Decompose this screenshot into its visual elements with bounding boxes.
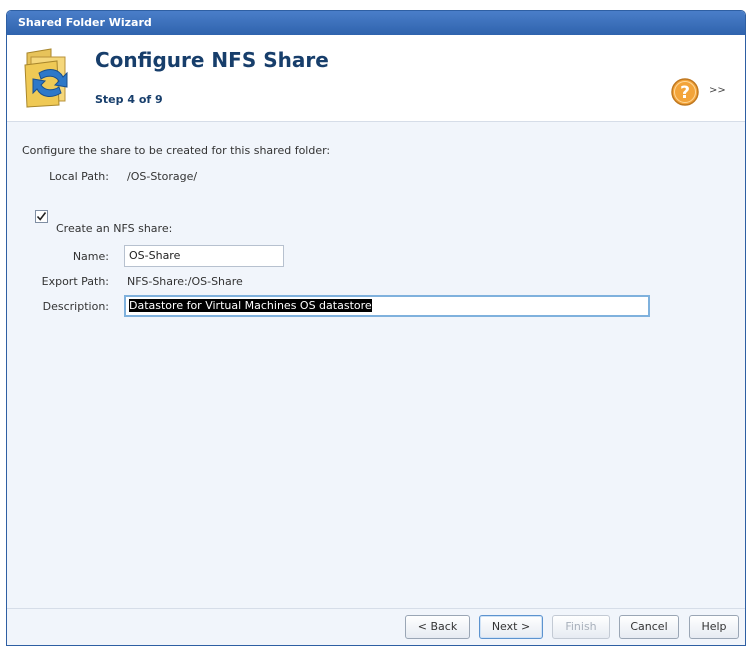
local-path-label: Local Path: bbox=[49, 170, 109, 183]
back-button[interactable]: < Back bbox=[405, 615, 470, 639]
export-path-label: Export Path: bbox=[41, 275, 109, 288]
shared-folder-icon bbox=[21, 47, 75, 109]
description-input[interactable]: Datastore for Virtual Machines OS datast… bbox=[124, 295, 650, 317]
wizard-footer: < Back Next > Finish Cancel Help bbox=[7, 608, 745, 645]
description-label: Description: bbox=[42, 300, 109, 313]
name-label: Name: bbox=[72, 250, 109, 263]
wizard-window: Shared Folder Wizard Configure NFS Share… bbox=[6, 10, 746, 646]
window-title: Shared Folder Wizard bbox=[7, 11, 745, 35]
help-button[interactable]: Help bbox=[689, 615, 739, 639]
name-input[interactable]: OS-Share bbox=[124, 245, 284, 267]
wizard-content: Configure the share to be created for th… bbox=[7, 122, 745, 608]
finish-button[interactable]: Finish bbox=[552, 615, 610, 639]
page-title: Configure NFS Share bbox=[95, 48, 329, 72]
step-indicator: Step 4 of 9 bbox=[95, 93, 163, 106]
next-button[interactable]: Next > bbox=[479, 615, 543, 639]
description-selected-text: Datastore for Virtual Machines OS datast… bbox=[129, 299, 372, 312]
export-path-value: NFS-Share:/OS-Share bbox=[127, 275, 243, 288]
wizard-header: Configure NFS Share Step 4 of 9 ? >> bbox=[7, 35, 745, 122]
cancel-button[interactable]: Cancel bbox=[619, 615, 679, 639]
local-path-value: /OS-Storage/ bbox=[127, 170, 198, 183]
create-nfs-checkbox[interactable] bbox=[35, 210, 48, 223]
create-nfs-label: Create an NFS share: bbox=[56, 222, 173, 235]
svg-text:?: ? bbox=[680, 83, 690, 103]
intro-text: Configure the share to be created for th… bbox=[22, 144, 331, 157]
expand-link[interactable]: >> bbox=[709, 85, 726, 96]
help-icon[interactable]: ? bbox=[670, 77, 700, 107]
